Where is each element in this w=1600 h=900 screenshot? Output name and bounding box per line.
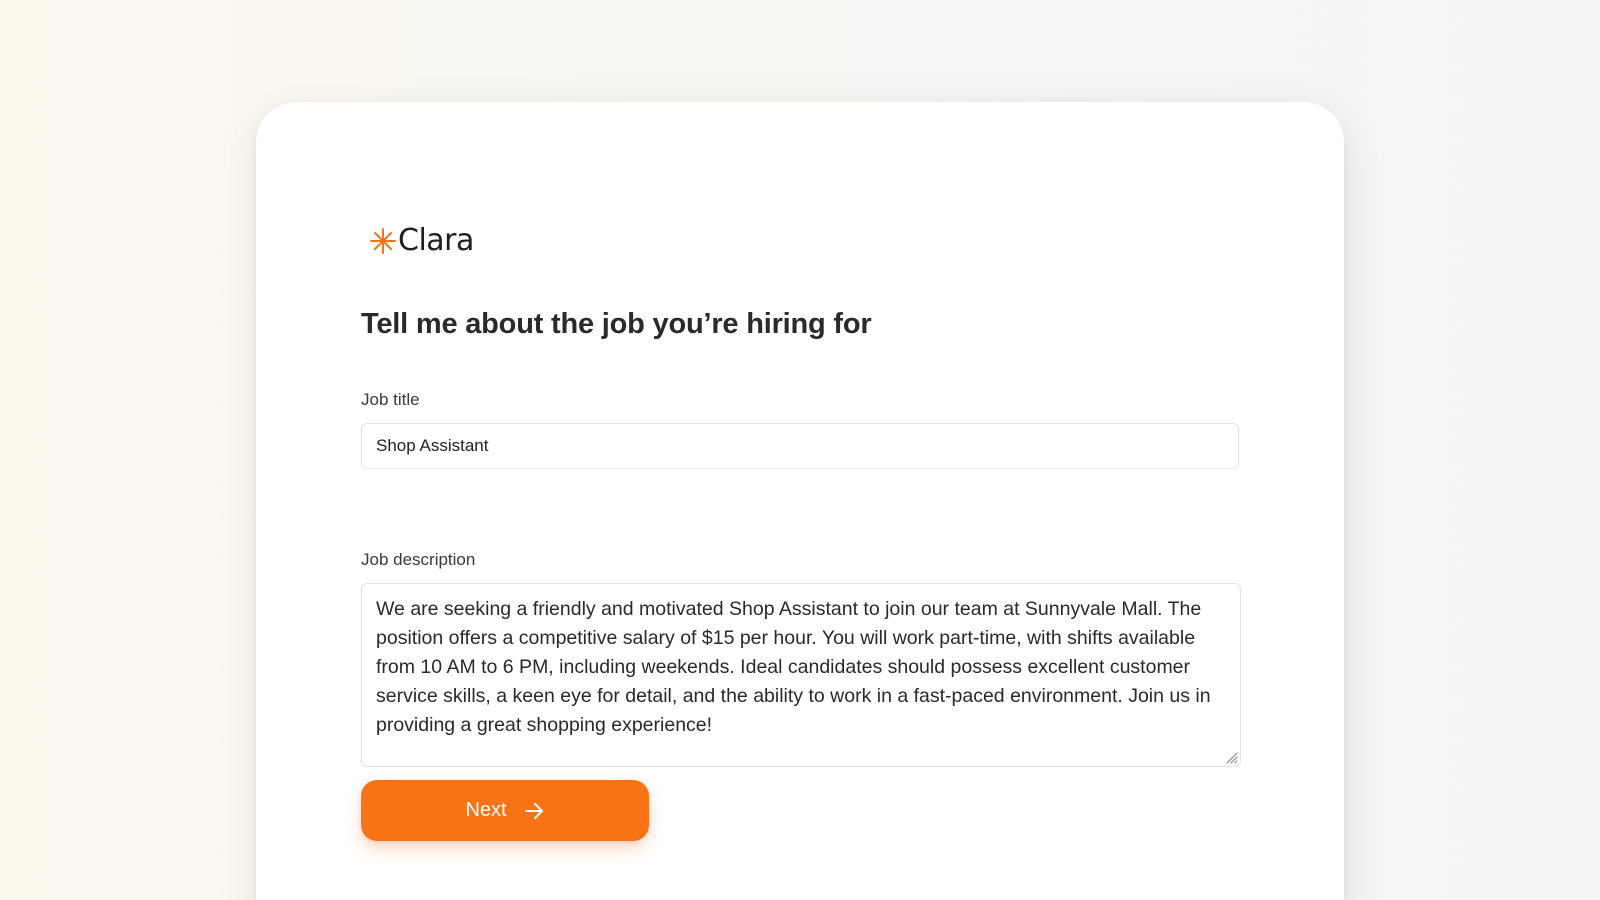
job-description-field: We are seeking a friendly and motivated … xyxy=(361,583,1241,767)
sparkle-star-icon xyxy=(370,228,396,254)
resize-handle-icon[interactable] xyxy=(1224,750,1238,764)
page-heading: Tell me about the job you’re hiring for xyxy=(361,308,872,340)
arrow-right-icon xyxy=(524,802,543,819)
next-button-label: Next xyxy=(465,799,507,821)
job-title-input[interactable] xyxy=(361,423,1239,469)
next-button[interactable]: Next xyxy=(361,780,649,841)
job-description-textarea[interactable]: We are seeking a friendly and motivated … xyxy=(362,584,1240,766)
brand-logo: Clara xyxy=(370,218,474,262)
brand-name: Clara xyxy=(398,222,474,258)
job-description-label: Job description xyxy=(361,550,476,569)
job-title-label: Job title xyxy=(361,390,420,409)
